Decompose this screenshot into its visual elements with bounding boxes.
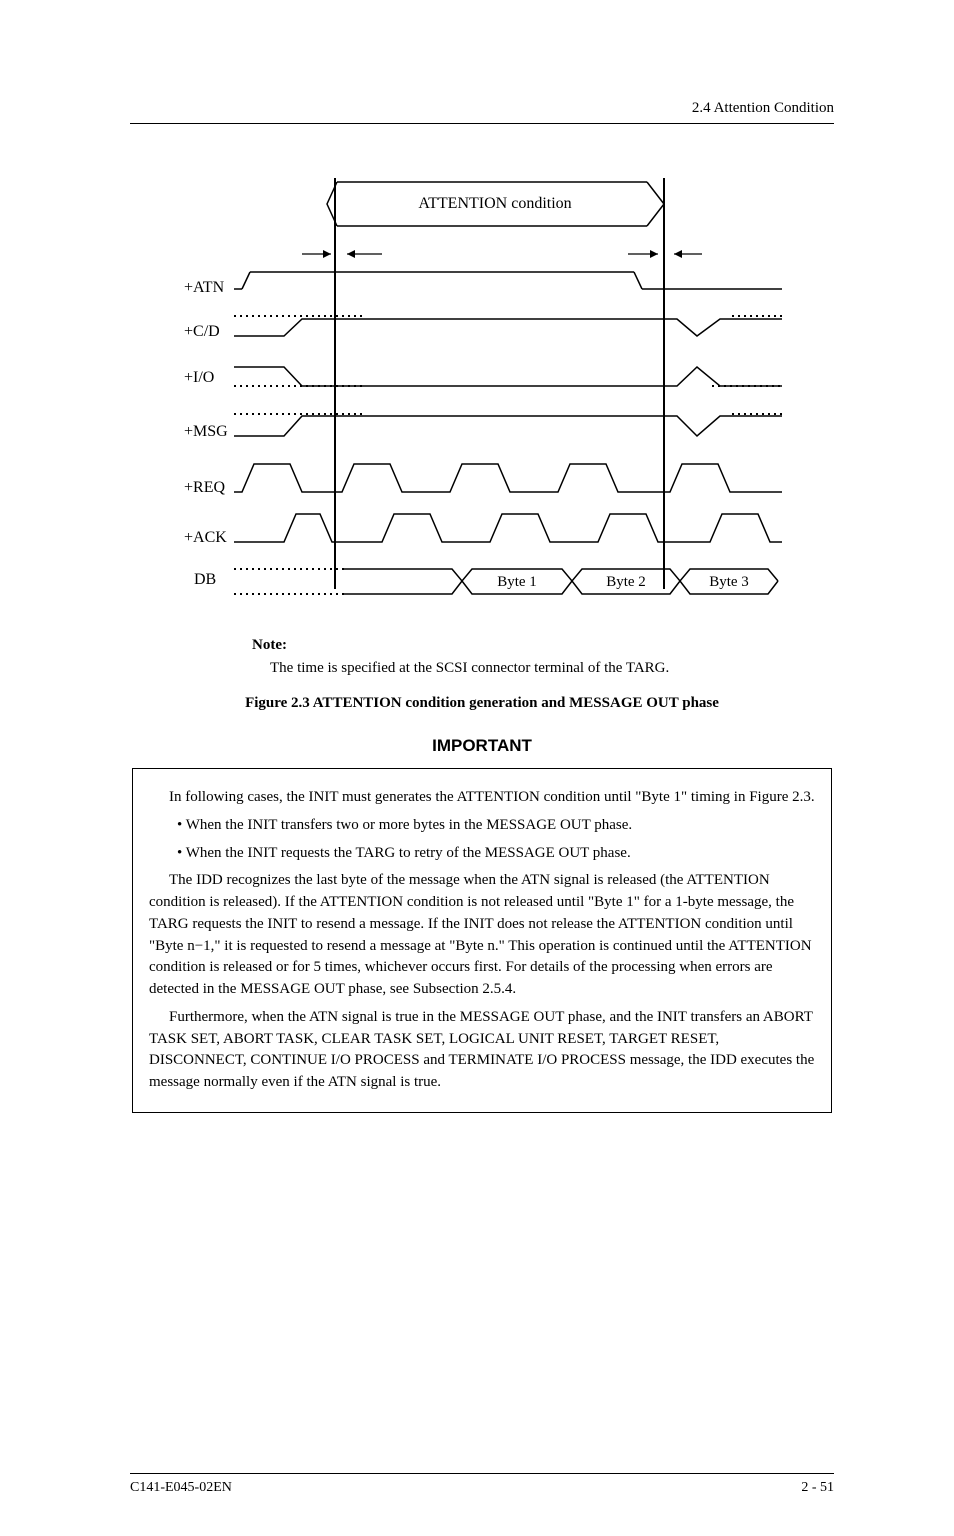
important-box: In following cases, the INIT must genera… (132, 768, 832, 1113)
svg-text:+C/D: +C/D (184, 323, 220, 340)
top-rule (130, 123, 834, 124)
important-label: IMPORTANT (130, 736, 834, 756)
svg-text:+ACK: +ACK (184, 529, 227, 546)
attention-label: ATTENTION condition (418, 195, 571, 212)
svg-text:+MSG: +MSG (184, 423, 228, 440)
important-p2: The IDD recognizes the last byte of the … (149, 870, 815, 1001)
footer-left: C141-E045-02EN (130, 1480, 232, 1496)
svg-text:Byte 3: Byte 3 (709, 574, 749, 590)
svg-text:+REQ: +REQ (184, 479, 225, 496)
svg-text:DB: DB (194, 571, 216, 588)
note-label: Note: (252, 637, 792, 654)
svg-text:Byte 1: Byte 1 (497, 574, 537, 590)
section-title: 2.4 Attention Condition (130, 100, 834, 117)
footer-right: 2 - 51 (801, 1480, 834, 1496)
figure-caption: Figure 2.3 ATTENTION condition generatio… (130, 695, 834, 712)
note-text: The time is specified at the SCSI connec… (270, 660, 792, 677)
important-b2: • When the INIT requests the TARG to ret… (177, 843, 815, 865)
important-b1: • When the INIT transfers two or more by… (177, 815, 815, 837)
svg-text:+I/O: +I/O (184, 369, 214, 386)
bottom-rule (130, 1473, 834, 1474)
svg-text:+ATN: +ATN (184, 279, 225, 296)
important-p1: In following cases, the INIT must genera… (149, 787, 815, 809)
timing-diagram: ATTENTION condition +ATN +C/D +I/O +MSG … (172, 154, 792, 677)
important-p3: Furthermore, when the ATN signal is true… (149, 1007, 815, 1094)
svg-text:Byte 2: Byte 2 (606, 574, 646, 590)
